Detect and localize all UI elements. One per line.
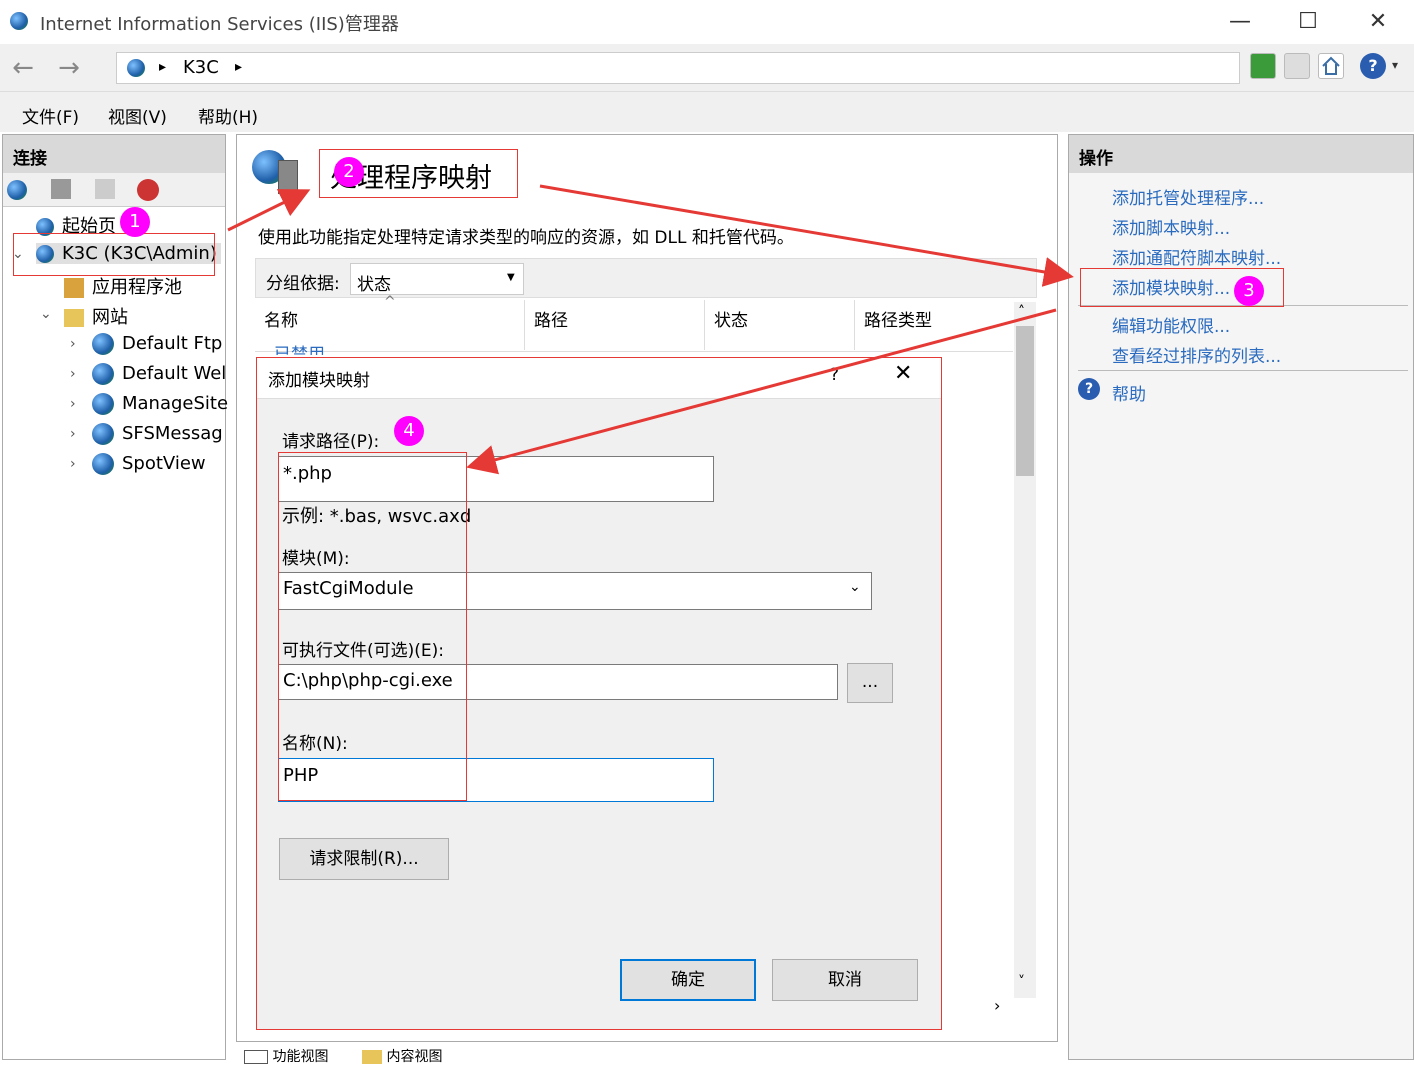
arrow-3-to-4 bbox=[466, 308, 1057, 475]
annotation-arrows bbox=[227, 184, 1074, 475]
arrow-2-to-3 bbox=[539, 184, 1074, 287]
step-badge-3: 3 bbox=[1234, 276, 1264, 306]
step-badge-4: 4 bbox=[394, 416, 424, 446]
step-badge-2: 2 bbox=[334, 157, 364, 187]
step-badge-1: 1 bbox=[120, 207, 150, 237]
arrow-1-to-2 bbox=[227, 189, 311, 232]
